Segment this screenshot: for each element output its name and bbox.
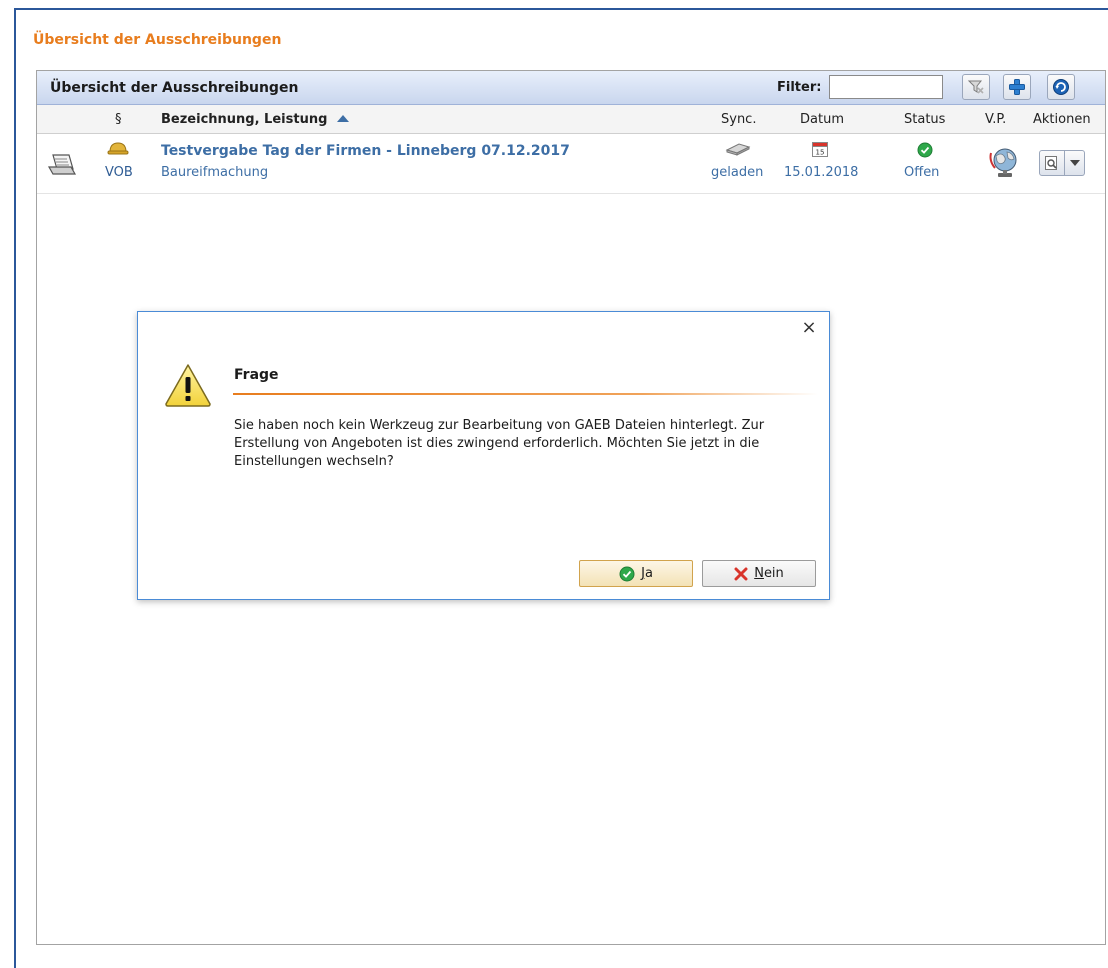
red-x-icon xyxy=(734,567,748,580)
add-button[interactable] xyxy=(1003,74,1031,100)
row-sync: geladen xyxy=(711,165,764,180)
heading-divider xyxy=(233,393,818,395)
dialog-message: Sie haben noch kein Werkzeug zur Bearbei… xyxy=(234,418,765,469)
vergabeplattform-globe-icon[interactable] xyxy=(987,146,1023,184)
actions-dropdown-button[interactable] xyxy=(1065,150,1085,176)
check-circle-icon xyxy=(619,566,635,581)
warning-icon xyxy=(163,362,213,412)
column-status[interactable]: Status xyxy=(904,112,945,127)
hard-hat-icon xyxy=(107,140,129,160)
actions-split-button[interactable] xyxy=(1039,150,1085,176)
calendar-day: 15 xyxy=(816,149,825,157)
sort-ascending-icon xyxy=(336,115,349,122)
yes-label: Ja xyxy=(641,566,653,581)
preview-button[interactable] xyxy=(1039,150,1065,176)
clear-filter-button[interactable] xyxy=(962,74,990,100)
question-dialog: × Frage Sie haben noch kein Werkzeug zur… xyxy=(137,311,830,600)
page-title: Übersicht der Ausschreibungen xyxy=(33,32,282,48)
filter-input[interactable] xyxy=(829,75,943,99)
column-datum[interactable]: Datum xyxy=(800,112,844,127)
row-status: Offen xyxy=(904,165,940,180)
status-ok-icon xyxy=(917,142,933,162)
column-bezeichnung-label: Bezeichnung, Leistung xyxy=(161,112,328,127)
column-bezeichnung[interactable]: Bezeichnung, Leistung xyxy=(161,112,350,127)
column-aktionen[interactable]: Aktionen xyxy=(1033,112,1091,127)
column-vp[interactable]: V.P. xyxy=(985,112,1006,127)
yes-button[interactable]: Ja xyxy=(579,560,693,587)
filter-label: Filter: xyxy=(777,80,822,95)
chevron-down-icon xyxy=(1069,160,1080,166)
document-print-icon[interactable] xyxy=(47,152,79,182)
dialog-heading: Frage xyxy=(234,367,279,383)
table-row[interactable]: VOB Testvergabe Tag der Firmen - Linnebe… xyxy=(37,134,1105,194)
magnifier-document-icon xyxy=(1045,156,1057,170)
column-sync[interactable]: Sync. xyxy=(721,112,756,127)
row-datum: 15.01.2018 xyxy=(784,165,859,180)
column-header-row: § Bezeichnung, Leistung Sync. Datum Stat… xyxy=(37,105,1105,134)
sync-stack-icon xyxy=(725,142,751,160)
refresh-icon xyxy=(1053,79,1069,95)
panel-header: Übersicht der Ausschreibungen Filter: xyxy=(37,71,1105,105)
row-title[interactable]: Testvergabe Tag der Firmen - Linneberg 0… xyxy=(161,143,570,159)
row-subtitle: Baureifmachung xyxy=(161,165,269,180)
column-paragraph[interactable]: § xyxy=(115,112,122,127)
panel-title: Übersicht der Ausschreibungen xyxy=(50,80,299,96)
row-type: VOB xyxy=(105,165,133,180)
no-label: Nein xyxy=(754,566,784,581)
clear-filter-icon xyxy=(967,80,984,94)
calendar-icon: 15 xyxy=(811,140,829,162)
add-icon xyxy=(1009,79,1025,95)
no-button[interactable]: Nein xyxy=(702,560,816,587)
close-icon[interactable]: × xyxy=(799,318,819,338)
refresh-button[interactable] xyxy=(1047,74,1075,100)
